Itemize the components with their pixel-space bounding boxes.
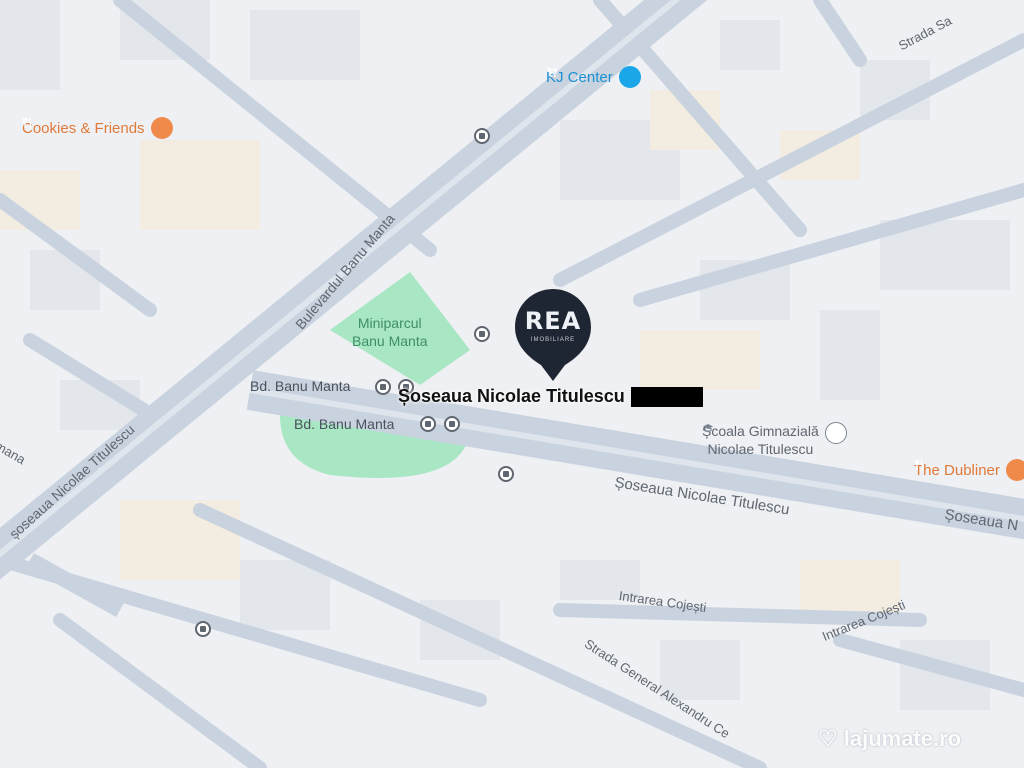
map-pin-icon[interactable]: REA IMOBILIARE [513,287,593,383]
poi-cookies-friends[interactable]: Cookies & Friends [22,117,173,139]
bus-stop-icon[interactable] [195,621,211,637]
poi-school-label: Școala Gimnazială Nicolae Titulescu [702,423,819,457]
map-pin-shape [515,289,591,381]
poi-the-dubliner[interactable]: The Dubliner [914,459,1024,481]
restaurant-icon [914,459,1024,481]
poi-kj-center[interactable]: KJ Center [546,66,641,88]
bus-stop-icon[interactable] [375,379,391,395]
bus-stop-icon[interactable] [474,128,490,144]
marker-logo-text: REA [524,307,582,335]
address-label: Șoseaua Nicolae Titulescu [398,386,703,407]
bus-stop-label-north: Bd. Banu Manta [250,378,351,394]
bus-stop-icon[interactable] [498,466,514,482]
watermark: ♡ lajumate.ro [818,726,961,752]
map-canvas[interactable]: Bulevardul Banu Manta Șoseaua Nicolae Ti… [0,0,1024,768]
park-label: Miniparcul Banu Manta [352,314,428,350]
school-icon [703,422,847,444]
marker-logo-subtext: IMOBILIARE [530,337,576,343]
watermark-text: lajumate.ro [843,726,962,751]
bus-stop-label-south: Bd. Banu Manta [294,416,395,432]
redaction-bar [630,386,703,407]
map-base-layer [0,0,1024,768]
heart-icon: ♡ [818,726,838,751]
restaurant-icon [22,117,173,139]
park-label-line2: Banu Manta [352,333,428,349]
address-label-text: Șoseaua Nicolae Titulescu [398,386,625,406]
poi-school[interactable]: Școala Gimnazială Nicolae Titulescu [702,422,847,458]
bus-stop-icon[interactable] [420,416,436,432]
poi-cookies-friends-label: Cookies & Friends [22,119,145,137]
bus-stop-icon[interactable] [444,416,460,432]
shopping-cart-icon [547,66,641,88]
bus-stop-icon[interactable] [474,326,490,342]
poi-the-dubliner-label: The Dubliner [914,461,1000,479]
park-label-line1: Miniparcul [357,315,422,331]
